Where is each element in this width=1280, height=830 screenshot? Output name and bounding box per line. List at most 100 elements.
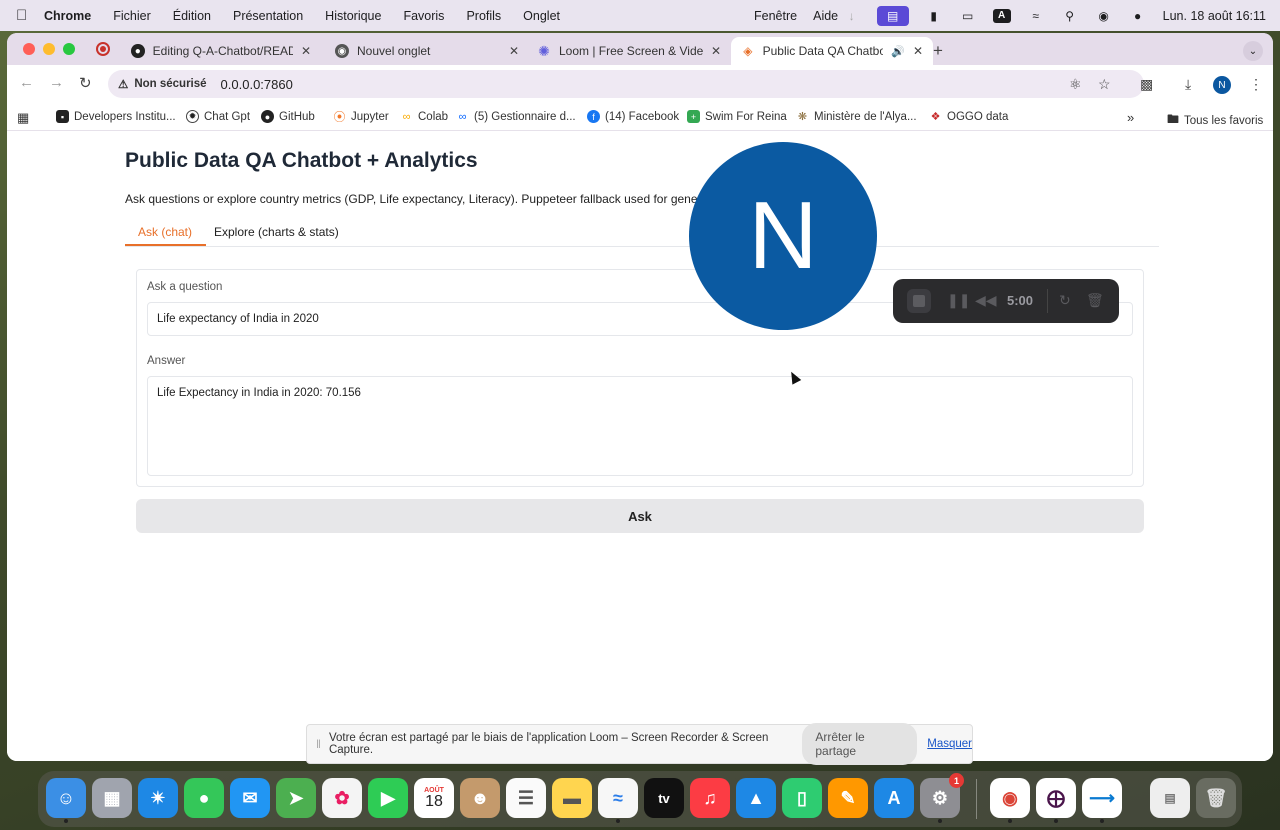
tab-public-data-qa[interactable]: ◈ Public Data QA Chatbot + 🔊 ✕ — [731, 37, 933, 65]
keynote-icon[interactable]: ▲ — [736, 778, 776, 818]
messages-icon[interactable]: ● — [184, 778, 224, 818]
safari-icon[interactable]: ✴ — [138, 778, 178, 818]
close-tab-icon[interactable]: ✕ — [711, 44, 721, 58]
app-store-icon[interactable]: A — [874, 778, 914, 818]
rewind-icon[interactable]: ◀◀ — [975, 292, 997, 309]
trash-bin-icon[interactable]: 🗑 — [1196, 778, 1236, 818]
close-tab-icon[interactable]: ✕ — [913, 44, 923, 58]
extensions-icon[interactable]: ▩ — [1140, 76, 1153, 93]
finder-icon[interactable]: ☺ — [46, 778, 86, 823]
close-tab-icon[interactable]: ✕ — [509, 44, 519, 58]
menu-fichier[interactable]: Fichier — [113, 9, 151, 23]
menubar-clock[interactable]: Lun. 18 août 16:11 — [1163, 9, 1266, 23]
keyboard-input-icon[interactable]: A — [992, 8, 1011, 23]
battery-icon[interactable]: ▭ — [959, 9, 977, 23]
bookmark-github[interactable]: ● GitHub — [261, 110, 315, 123]
pages-icon[interactable]: ✎ — [828, 778, 868, 818]
tab-loom[interactable]: ✺ Loom | Free Screen & Video R ✕ — [527, 37, 731, 65]
bookmark-swim-for-reina[interactable]: + Swim For Reina — [687, 110, 787, 123]
new-tab-button[interactable]: + — [933, 41, 943, 61]
translate-icon[interactable]: ⚛ — [1069, 76, 1082, 93]
address-bar[interactable]: ⚠ Non sécurisé 0.0.0.0:7860 — [108, 70, 1144, 98]
menu-onglet[interactable]: Onglet — [523, 9, 560, 23]
launchpad-icon[interactable]: ▦ — [92, 778, 132, 818]
reminders-icon[interactable]: ☰ — [506, 778, 546, 818]
menu-profils[interactable]: Profils — [466, 9, 501, 23]
hide-sharing-bar-link[interactable]: Masquer — [927, 738, 972, 750]
audio-playing-icon[interactable]: 🔊 — [891, 45, 905, 58]
bookmark-developers-institute[interactable]: ▪ Developers Institu... — [56, 110, 176, 123]
minimize-window-button[interactable] — [43, 43, 55, 55]
bookmark-oggo-data[interactable]: ❖ OGGO data — [929, 110, 1008, 123]
numbers-icon[interactable]: ▯ — [782, 778, 822, 818]
bookmark-colab[interactable]: ∞ Colab — [400, 110, 448, 123]
more-menu-icon[interactable]: ⋮ — [1249, 76, 1263, 93]
bookmark-jupyter[interactable]: ⦿ Jupyter — [333, 110, 389, 124]
wifi-icon[interactable]: ≈ — [1027, 9, 1045, 23]
restart-icon[interactable]: ↻ — [1059, 292, 1071, 309]
pause-icon[interactable]: ❚❚ — [947, 292, 970, 309]
more-bookmarks-chevron-icon[interactable]: » — [1127, 110, 1134, 125]
bookmark-facebook[interactable]: f (14) Facebook — [587, 110, 679, 123]
all-bookmarks[interactable]: 🖿 Tous les favoris — [1167, 110, 1263, 131]
url-text[interactable]: 0.0.0.0:7860 — [221, 77, 293, 92]
apps-grid-icon[interactable]: ▦ — [17, 110, 29, 126]
stop-recording-icon[interactable] — [907, 289, 931, 313]
spotlight-search-icon[interactable]: ⚲ — [1061, 9, 1079, 23]
freeform-icon[interactable]: ≈ — [598, 778, 638, 823]
trash-icon[interactable]: 🗑 — [1086, 292, 1104, 309]
tab-github-readme[interactable]: ● Editing Q-A-Chatbot/README ✕ — [121, 37, 321, 65]
calendar-icon[interactable]: AOÛT 18 — [414, 778, 454, 818]
vscode-icon[interactable]: ⟶ — [1082, 778, 1122, 823]
close-window-button[interactable] — [23, 43, 35, 55]
security-indicator[interactable]: ⚠ Non sécurisé — [118, 77, 207, 91]
tab-ask-chat[interactable]: Ask (chat) — [124, 225, 207, 246]
contacts-icon[interactable]: ☻ — [460, 778, 500, 818]
menu-aide[interactable]: Aide — [813, 9, 838, 23]
ask-button[interactable]: Ask — [136, 499, 1144, 533]
zoom-window-button[interactable] — [63, 43, 75, 55]
menu-historique[interactable]: Historique — [325, 9, 381, 23]
loom-camera-bubble[interactable]: N — [689, 142, 877, 330]
drag-handle-icon[interactable]: ‖ — [316, 737, 321, 751]
mail-icon[interactable]: ✉ — [230, 778, 270, 818]
answer-output[interactable]: Life Expectancy in India in 2020: 70.156 — [147, 376, 1133, 476]
close-tab-icon[interactable]: ✕ — [301, 44, 311, 58]
apple-tv-icon[interactable]: tv — [644, 778, 684, 818]
menu-presentation[interactable]: Présentation — [233, 9, 303, 23]
music-icon[interactable]: ♫ — [690, 778, 730, 818]
slack-icon[interactable]: ⨁ — [1036, 778, 1076, 823]
bookmark-chat-gpt[interactable]: ✹ Chat Gpt — [186, 110, 250, 123]
control-center-icon[interactable]: ◉ — [1095, 9, 1113, 23]
download-icon[interactable]: ⤓ — [1185, 76, 1191, 93]
photos-icon[interactable]: ✿ — [322, 778, 362, 818]
reload-icon[interactable]: ↻ — [79, 74, 92, 92]
bookmark-ministere[interactable]: ❋ Ministère de l'Alya... — [796, 110, 917, 123]
battery-charging-icon[interactable]: ▮ — [925, 9, 943, 23]
notes-icon[interactable]: ▬ — [552, 778, 592, 818]
facetime-icon[interactable]: ▶ — [368, 778, 408, 818]
stop-sharing-button[interactable]: Arrêter le partage — [802, 723, 918, 765]
system-settings-icon[interactable]: ⚙ 1 — [920, 773, 964, 823]
apple-icon[interactable]:  — [16, 7, 34, 24]
tab-explore[interactable]: Explore (charts & stats) — [214, 225, 339, 239]
pdf-document-icon[interactable]: ▤ — [1150, 778, 1190, 818]
question-label: Ask a question — [147, 281, 223, 293]
menu-fenetre[interactable]: Fenêtre — [754, 9, 797, 23]
back-arrow-icon[interactable]: ← — [19, 74, 34, 91]
profile-avatar[interactable]: N — [1213, 76, 1231, 94]
maps-icon[interactable]: ➤ — [276, 778, 316, 818]
tab-new-tab[interactable]: ◉ Nouvel onglet ✕ — [325, 37, 529, 65]
forward-arrow-icon[interactable]: → — [49, 74, 64, 91]
settings-badge: 1 — [949, 773, 964, 788]
tab-search-chevron-icon[interactable]: ⌄ — [1243, 41, 1263, 61]
bookmark-gestionnaire[interactable]: ∞ (5) Gestionnaire d... — [456, 110, 576, 123]
screen-recording-icon[interactable]: ▤ — [876, 5, 909, 26]
menu-favoris[interactable]: Favoris — [403, 9, 444, 23]
siri-icon[interactable]: ● — [1129, 9, 1147, 23]
microphone-icon[interactable]: ↓ — [843, 9, 861, 23]
bookmark-star-icon[interactable]: ☆ — [1098, 76, 1111, 93]
menu-app-name[interactable]: Chrome — [44, 9, 91, 23]
chrome-icon[interactable]: ◉ — [990, 778, 1030, 823]
menu-edition[interactable]: Édition — [173, 9, 211, 23]
